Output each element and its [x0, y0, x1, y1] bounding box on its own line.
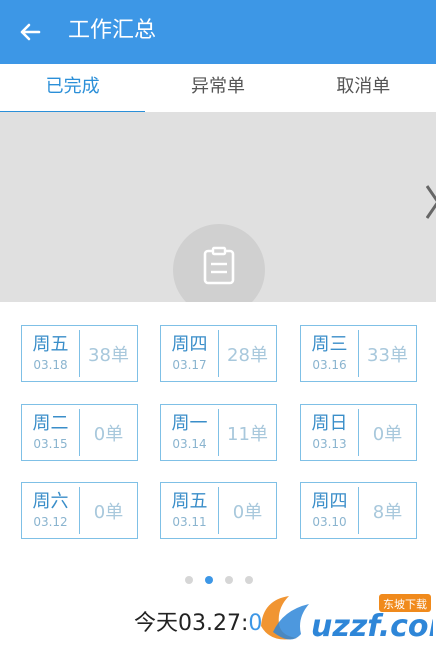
day-card[interactable]: 周六 03.12 0单	[21, 482, 138, 539]
page-dot-active[interactable]	[205, 576, 213, 584]
day-card-left: 周二 03.15	[22, 409, 80, 456]
watermark-tag: 东坡下载	[383, 598, 427, 611]
day-card-left: 周五 03.18	[22, 330, 80, 377]
day-name: 周一	[171, 412, 208, 434]
day-card-left: 周六 03.12	[22, 487, 80, 534]
day-card[interactable]: 周五 03.11 0单	[160, 482, 277, 539]
day-count: 0单	[232, 501, 263, 523]
day-count: 0单	[93, 501, 124, 523]
back-button[interactable]	[16, 18, 44, 46]
day-date: 03.18	[33, 357, 68, 372]
day-card-left: 周一 03.14	[161, 409, 219, 456]
chevron-right-icon[interactable]	[426, 184, 436, 220]
day-card[interactable]: 周四 03.10 8单	[300, 482, 417, 539]
day-count: 0单	[93, 423, 124, 445]
watermark-logo: uzzf.com 东坡下载	[261, 594, 433, 644]
watermark-text: uzzf.com	[311, 609, 433, 644]
tab-completed[interactable]: 已完成	[0, 64, 146, 114]
day-card-left: 周五 03.11	[161, 487, 219, 534]
today-summary: 今天03.27:0	[134, 609, 262, 639]
page-dot[interactable]	[245, 576, 253, 584]
day-name: 周五	[171, 490, 208, 512]
day-card[interactable]: 周四 03.17 28单	[160, 325, 277, 382]
page-dot[interactable]	[225, 576, 233, 584]
day-count: 11单	[227, 423, 268, 445]
day-name: 周二	[32, 412, 69, 434]
day-card[interactable]: 周三 03.16 33单	[300, 325, 417, 382]
page-title: 工作汇总	[68, 18, 157, 43]
day-card-left: 周四 03.10	[301, 487, 359, 534]
day-date: 03.17	[172, 357, 207, 372]
clipboard-icon	[203, 246, 235, 285]
day-date: 03.13	[312, 436, 347, 451]
page-indicator	[185, 576, 253, 584]
day-card[interactable]: 周日 03.13 0单	[300, 404, 417, 461]
day-date: 03.10	[312, 514, 347, 529]
day-card[interactable]: 周一 03.14 11单	[160, 404, 277, 461]
day-date: 03.14	[172, 436, 207, 451]
day-count: 28单	[227, 344, 268, 366]
arrow-left-icon	[20, 23, 41, 41]
day-count: 0单	[372, 423, 403, 445]
banner[interactable]	[0, 112, 436, 302]
clipboard-icon-circle	[173, 224, 265, 302]
day-name: 周四	[171, 333, 208, 355]
day-name: 周四	[311, 490, 348, 512]
tab-cancelled[interactable]: 取消单	[291, 64, 436, 112]
tab-abnormal[interactable]: 异常单	[145, 64, 290, 112]
day-card-left: 周三 03.16	[301, 330, 359, 377]
day-date: 03.11	[172, 514, 207, 529]
day-name: 周三	[311, 333, 348, 355]
day-date: 03.12	[33, 514, 68, 529]
day-name: 周六	[32, 490, 69, 512]
day-card-left: 周四 03.17	[161, 330, 219, 377]
tab-bar: 已完成 异常单 取消单	[0, 64, 436, 114]
day-date: 03.16	[312, 357, 347, 372]
day-count: 8单	[372, 501, 403, 523]
day-card[interactable]: 周二 03.15 0单	[21, 404, 138, 461]
day-count: 38单	[88, 344, 129, 366]
today-label: 今天03.27:	[134, 611, 249, 636]
page-dot[interactable]	[185, 576, 193, 584]
day-date: 03.15	[33, 436, 68, 451]
day-card-left: 周日 03.13	[301, 409, 359, 456]
day-name: 周日	[311, 412, 348, 434]
day-count: 33单	[367, 344, 408, 366]
app-bar: 工作汇总	[0, 0, 436, 64]
day-card[interactable]: 周五 03.18 38单	[21, 325, 138, 382]
day-name: 周五	[32, 333, 69, 355]
